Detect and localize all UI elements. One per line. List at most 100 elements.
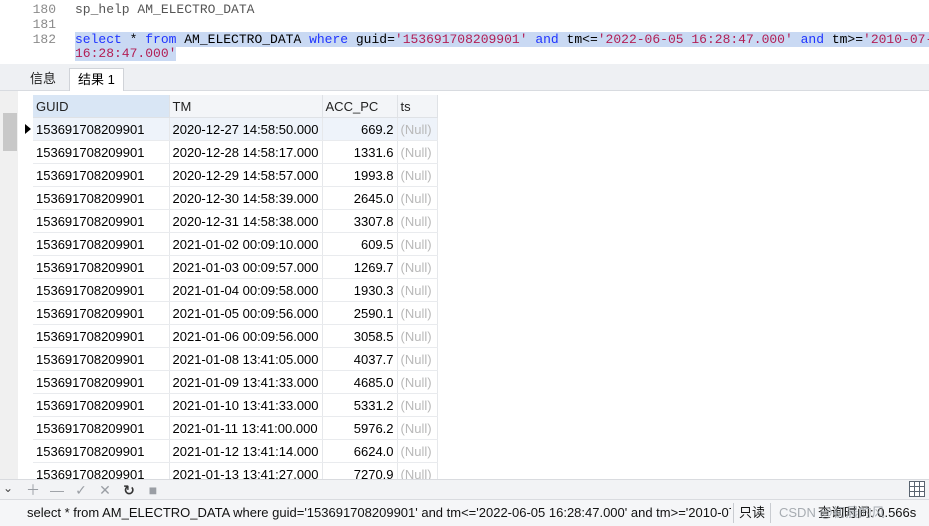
cell-acc-pc[interactable]: 5976.2: [322, 416, 398, 440]
column-header-tm[interactable]: TM: [169, 95, 323, 118]
code-line-query[interactable]: select * from AM_ELECTRO_DATA where guid…: [75, 32, 929, 47]
cell-acc-pc[interactable]: 2645.0: [322, 186, 398, 210]
cell-acc-pc[interactable]: 1331.6: [322, 140, 398, 164]
code-line[interactable]: sp_help AM_ELECTRO_DATA: [75, 2, 254, 17]
cell-tm[interactable]: 2021-01-08 13:41:05.000: [169, 347, 323, 371]
cell-tm[interactable]: 2021-01-09 13:41:33.000: [169, 370, 323, 394]
cell-tm[interactable]: 2021-01-10 13:41:33.000: [169, 393, 323, 417]
cell-ts[interactable]: (Null): [397, 186, 438, 210]
table-row[interactable]: 153691708209901 2020-12-30 14:58:39.000 26…: [33, 186, 438, 210]
cell-acc-pc[interactable]: 4685.0: [322, 370, 398, 394]
tab-info[interactable]: 信息: [22, 68, 64, 91]
cell-guid[interactable]: 153691708209901: [33, 347, 170, 371]
column-header-guid[interactable]: GUID: [33, 95, 170, 118]
cell-acc-pc[interactable]: 609.5: [322, 232, 398, 256]
table-row[interactable]: 153691708209901 2020-12-27 14:58:50.000 66…: [33, 117, 438, 141]
table-row[interactable]: 153691708209901 2021-01-10 13:41:33.000 53…: [33, 393, 438, 417]
cell-guid[interactable]: 153691708209901: [33, 117, 170, 141]
refresh-icon[interactable]: ↻: [120, 481, 138, 499]
table-row[interactable]: 153691708209901 2021-01-04 00:09:58.000 19…: [33, 278, 438, 302]
cell-ts[interactable]: (Null): [397, 255, 438, 279]
cell-tm[interactable]: 2021-01-06 00:09:56.000: [169, 324, 323, 348]
cell-ts[interactable]: (Null): [397, 416, 438, 440]
cell-ts[interactable]: (Null): [397, 232, 438, 256]
cell-tm[interactable]: 2021-01-04 00:09:58.000: [169, 278, 323, 302]
cell-ts[interactable]: (Null): [397, 324, 438, 348]
cell-ts[interactable]: (Null): [397, 209, 438, 233]
cell-acc-pc[interactable]: 669.2: [322, 117, 398, 141]
table-row[interactable]: 153691708209901 2021-01-13 13:41:27.000 72…: [33, 462, 438, 479]
table-row[interactable]: 153691708209901 2021-01-03 00:09:57.000 12…: [33, 255, 438, 279]
cell-tm[interactable]: 2021-01-13 13:41:27.000: [169, 462, 323, 479]
cell-acc-pc[interactable]: 6624.0: [322, 439, 398, 463]
plus-icon[interactable]: ＋: [24, 481, 42, 499]
cell-guid[interactable]: 153691708209901: [33, 209, 170, 233]
cell-guid[interactable]: 153691708209901: [33, 393, 170, 417]
cell-ts[interactable]: (Null): [397, 462, 438, 479]
stop-icon[interactable]: ■: [144, 481, 162, 499]
cell-tm[interactable]: 2020-12-27 14:58:50.000: [169, 117, 323, 141]
cell-guid[interactable]: 153691708209901: [33, 416, 170, 440]
code-line-wrap[interactable]: 16:28:47.000': [75, 46, 177, 61]
cell-guid[interactable]: 153691708209901: [33, 324, 170, 348]
cell-acc-pc[interactable]: 5331.2: [322, 393, 398, 417]
column-header-acc-pc[interactable]: ACC_PC: [322, 95, 398, 118]
table-row[interactable]: 153691708209901 2021-01-09 13:41:33.000 46…: [33, 370, 438, 394]
result-grid[interactable]: GUID TM ACC_PC ts 153691708209901 2020-12…: [0, 91, 929, 479]
cell-tm[interactable]: 2021-01-05 00:09:56.000: [169, 301, 323, 325]
column-header-ts[interactable]: ts: [397, 95, 438, 118]
cell-ts[interactable]: (Null): [397, 393, 438, 417]
grid-view-icon[interactable]: [909, 481, 925, 497]
cell-ts[interactable]: (Null): [397, 370, 438, 394]
cell-tm[interactable]: 2021-01-03 00:09:57.000: [169, 255, 323, 279]
cell-ts[interactable]: (Null): [397, 140, 438, 164]
vertical-scrollbar[interactable]: [0, 91, 18, 479]
check-icon[interactable]: ✓: [72, 481, 90, 499]
cell-tm[interactable]: 2021-01-11 13:41:00.000: [169, 416, 323, 440]
cell-tm[interactable]: 2020-12-31 14:58:38.000: [169, 209, 323, 233]
cell-guid[interactable]: 153691708209901: [33, 232, 170, 256]
tab-result-1[interactable]: 结果 1: [69, 68, 124, 91]
cell-acc-pc[interactable]: 4037.7: [322, 347, 398, 371]
cell-tm[interactable]: 2020-12-28 14:58:17.000: [169, 140, 323, 164]
chevron-down-icon[interactable]: ⌄: [3, 481, 13, 495]
cell-ts[interactable]: (Null): [397, 117, 438, 141]
table-row[interactable]: 153691708209901 2021-01-02 00:09:10.000 60…: [33, 232, 438, 256]
cell-acc-pc[interactable]: 1269.7: [322, 255, 398, 279]
table-row[interactable]: 153691708209901 2020-12-28 14:58:17.000 13…: [33, 140, 438, 164]
cell-acc-pc[interactable]: 3058.5: [322, 324, 398, 348]
cell-guid[interactable]: 153691708209901: [33, 255, 170, 279]
cell-guid[interactable]: 153691708209901: [33, 301, 170, 325]
cell-ts[interactable]: (Null): [397, 163, 438, 187]
sql-editor[interactable]: 180 181 182 sp_help AM_ELECTRO_DATA sele…: [0, 0, 929, 64]
cell-ts[interactable]: (Null): [397, 439, 438, 463]
cell-ts[interactable]: (Null): [397, 347, 438, 371]
scrollbar-thumb[interactable]: [3, 113, 17, 151]
cell-guid[interactable]: 153691708209901: [33, 163, 170, 187]
table-row[interactable]: 153691708209901 2021-01-06 00:09:56.000 30…: [33, 324, 438, 348]
cell-ts[interactable]: (Null): [397, 278, 438, 302]
cell-guid[interactable]: 153691708209901: [33, 439, 170, 463]
cell-acc-pc[interactable]: 1930.3: [322, 278, 398, 302]
cell-guid[interactable]: 153691708209901: [33, 140, 170, 164]
cell-guid[interactable]: 153691708209901: [33, 278, 170, 302]
table-row[interactable]: 153691708209901 2021-01-08 13:41:05.000 40…: [33, 347, 438, 371]
cell-guid[interactable]: 153691708209901: [33, 462, 170, 479]
cell-ts[interactable]: (Null): [397, 301, 438, 325]
cell-tm[interactable]: 2020-12-29 14:58:57.000: [169, 163, 323, 187]
x-icon[interactable]: ✕: [96, 481, 114, 499]
table-row[interactable]: 153691708209901 2020-12-31 14:58:38.000 33…: [33, 209, 438, 233]
cell-acc-pc[interactable]: 1993.8: [322, 163, 398, 187]
cell-guid[interactable]: 153691708209901: [33, 186, 170, 210]
table-row[interactable]: 153691708209901 2021-01-12 13:41:14.000 66…: [33, 439, 438, 463]
cell-acc-pc[interactable]: 3307.8: [322, 209, 398, 233]
table-row[interactable]: 153691708209901 2021-01-05 00:09:56.000 25…: [33, 301, 438, 325]
cell-acc-pc[interactable]: 7270.9: [322, 462, 398, 479]
cell-tm[interactable]: 2021-01-02 00:09:10.000: [169, 232, 323, 256]
cell-guid[interactable]: 153691708209901: [33, 370, 170, 394]
cell-acc-pc[interactable]: 2590.1: [322, 301, 398, 325]
cell-tm[interactable]: 2020-12-30 14:58:39.000: [169, 186, 323, 210]
table-row[interactable]: 153691708209901 2020-12-29 14:58:57.000 19…: [33, 163, 438, 187]
cell-tm[interactable]: 2021-01-12 13:41:14.000: [169, 439, 323, 463]
minus-icon[interactable]: —: [48, 481, 66, 499]
